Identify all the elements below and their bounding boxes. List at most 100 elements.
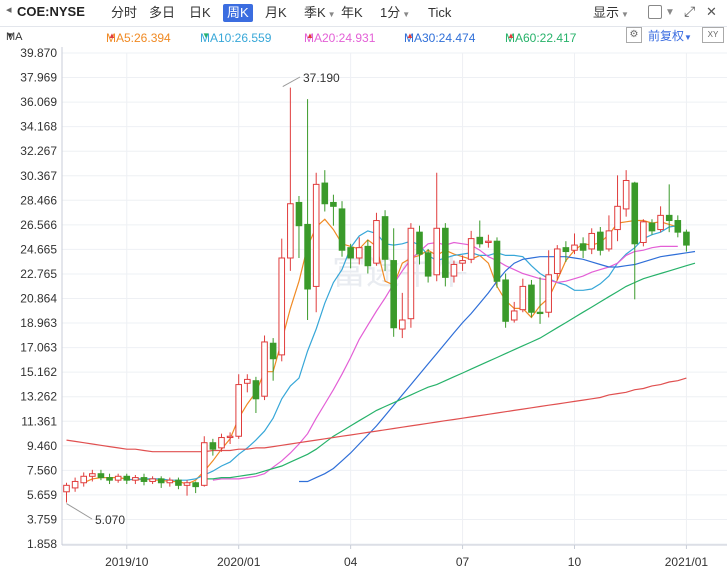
candlestick-chart[interactable]: 富途牛牛39.87037.96936.06934.16832.26730.367… [0, 0, 727, 573]
annotation-leader-low [66, 503, 93, 520]
candle-down [416, 231, 423, 255]
candle-down [106, 477, 113, 481]
annotation-high-label: 37.190 [303, 71, 340, 85]
candle-up [545, 274, 552, 313]
y-tick-label: 5.659 [27, 488, 57, 502]
candle-down [493, 240, 501, 282]
ma-line-ma60 [204, 262, 696, 480]
candle-down [390, 260, 397, 329]
candle-down [597, 231, 604, 251]
candle-up [657, 214, 664, 231]
y-tick-label: 1.858 [27, 537, 57, 551]
candle-up [312, 183, 320, 287]
candle-up [218, 437, 225, 449]
y-tick-label: 22.765 [20, 267, 57, 281]
candle-up [235, 384, 242, 437]
candle-up [622, 179, 630, 210]
candle-up [80, 475, 88, 484]
y-tick-label: 30.367 [20, 169, 57, 183]
candle-down [295, 201, 303, 227]
candle-up [261, 341, 268, 397]
candle-down [476, 236, 484, 245]
annotation-low-label: 5.070 [95, 513, 125, 527]
candle-down [528, 284, 535, 313]
y-tick-label: 28.466 [20, 193, 57, 207]
candle-down [424, 252, 432, 277]
candle-down [252, 380, 260, 400]
candle-up [226, 435, 234, 439]
candle-up [63, 484, 70, 493]
candle-up [71, 480, 79, 489]
candle-up [467, 238, 475, 260]
candle-down [665, 214, 673, 222]
candle-up [278, 257, 286, 356]
candle-up [510, 310, 518, 321]
ma-line-ma120 [66, 377, 687, 453]
candle-down [364, 245, 372, 267]
candle-down [175, 479, 182, 486]
y-tick-label: 13.262 [20, 390, 57, 404]
candle-down [579, 243, 587, 251]
candle-up [355, 247, 363, 259]
candle-up [519, 285, 527, 311]
y-tick-label: 7.560 [27, 463, 57, 477]
candle-up [459, 260, 466, 264]
y-tick-label: 36.069 [20, 95, 57, 109]
y-tick-label: 11.361 [21, 414, 57, 428]
candle-down [648, 222, 656, 232]
candle-up [605, 230, 613, 250]
x-tick-label: 10 [568, 555, 582, 569]
candle-up [450, 263, 458, 277]
x-tick-label: 04 [344, 555, 358, 569]
candle-down [157, 478, 165, 484]
x-tick-label: 2019/10 [105, 555, 149, 569]
candle-up [200, 442, 208, 486]
y-tick-label: 18.963 [20, 316, 57, 330]
candle-down [536, 311, 544, 315]
candle-down [140, 477, 148, 482]
candle-down [321, 182, 329, 205]
candle-up [553, 248, 561, 274]
candle-down [192, 482, 199, 488]
candle-down [338, 208, 346, 251]
y-tick-label: 9.460 [27, 439, 57, 453]
candle-up [114, 475, 122, 481]
candle-up [433, 227, 441, 276]
candle-down [347, 247, 354, 259]
candle-up [132, 477, 139, 481]
candle-up [287, 203, 294, 259]
candle-down [381, 216, 389, 260]
candle-up [166, 479, 174, 484]
y-tick-label: 24.665 [20, 242, 57, 256]
candle-up [614, 205, 621, 231]
x-tick-label: 2020/01 [217, 555, 261, 569]
candle-up [149, 478, 156, 482]
annotation-leader-high [282, 76, 301, 88]
candle-up [407, 227, 415, 320]
candle-up [640, 221, 647, 243]
y-tick-label: 26.566 [20, 218, 57, 232]
candle-down [442, 227, 449, 278]
y-tick-label: 20.864 [20, 292, 57, 306]
candle-down [123, 475, 131, 481]
candle-down [269, 342, 277, 360]
candle-down [209, 442, 217, 450]
x-tick-label: 2021/01 [665, 555, 709, 569]
candle-up [485, 240, 492, 243]
candle-down [683, 231, 690, 246]
candle-down [97, 473, 105, 479]
y-tick-label: 39.870 [20, 46, 57, 60]
x-tick-label: 07 [456, 555, 470, 569]
candle-down [631, 182, 639, 245]
candle-up [588, 232, 596, 250]
y-tick-label: 17.063 [20, 341, 57, 355]
candle-down [330, 201, 337, 207]
candle-down [502, 279, 509, 322]
y-tick-label: 32.267 [20, 144, 57, 158]
candle-down [562, 247, 570, 253]
candle-up [244, 378, 251, 384]
candle-down [674, 220, 682, 233]
candle-up [89, 473, 96, 477]
y-tick-label: 34.168 [20, 120, 57, 134]
candle-up [183, 482, 191, 486]
